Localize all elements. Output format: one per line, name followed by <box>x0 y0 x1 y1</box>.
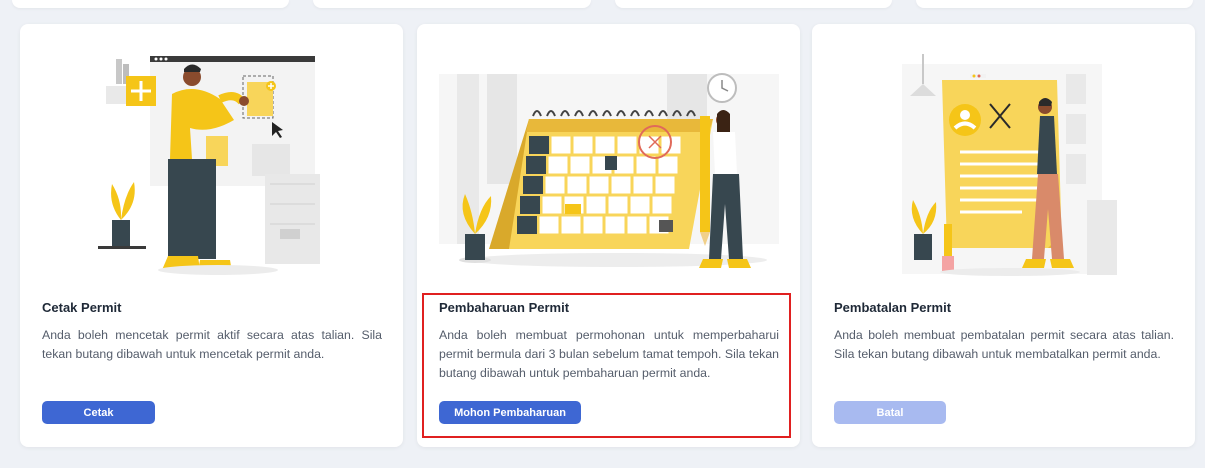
card-stub <box>614 0 892 8</box>
card-title: Cetak Permit <box>42 300 122 315</box>
card-stub <box>12 0 290 8</box>
permit-services: Cetak Permit Anda boleh mencetak permit … <box>20 24 1195 448</box>
card-description: Anda boleh membuat pembatalan permit sec… <box>834 328 1174 361</box>
card-title: Pembaharuan Permit <box>439 300 570 315</box>
top-card-row-edge <box>0 0 1205 12</box>
card-title: Pembatalan Permit <box>834 300 952 315</box>
cancel-document-illustration <box>902 54 1117 276</box>
print-document-illustration <box>98 56 320 275</box>
card-description: Anda boleh mencetak permit aktif secara … <box>42 328 382 361</box>
card-stub <box>313 0 591 8</box>
card-pembaharuan-permit: Pembaharuan Permit Anda boleh membuat pe… <box>417 24 800 447</box>
card-stub <box>915 0 1193 8</box>
batal-button[interactable]: Batal <box>834 401 946 424</box>
calendar-renewal-illustration <box>439 73 779 268</box>
card-description: Anda boleh membuat permohonan untuk memp… <box>439 328 779 380</box>
card-pembatalan-permit: Pembatalan Permit Anda boleh membuat pem… <box>812 24 1195 447</box>
card-cetak-permit: Cetak Permit Anda boleh mencetak permit … <box>20 24 403 447</box>
cetak-button[interactable]: Cetak <box>42 401 155 424</box>
mohon-pembaharuan-button[interactable]: Mohon Pembaharuan <box>439 401 581 424</box>
